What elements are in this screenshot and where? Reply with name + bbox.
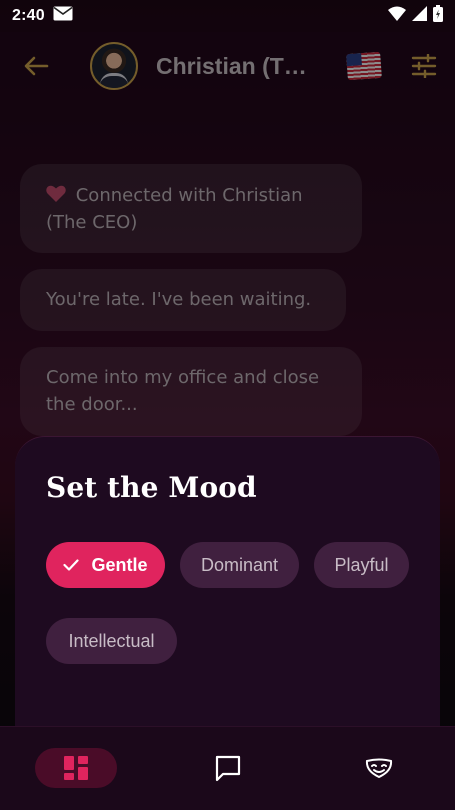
- wifi-icon: [388, 6, 406, 26]
- dashboard-icon: [64, 756, 88, 780]
- mood-chip-intellectual[interactable]: Intellectual: [46, 618, 177, 664]
- chip-label: Intellectual: [68, 630, 155, 651]
- chip-label: Gentle: [91, 554, 148, 575]
- nav-masks[interactable]: [357, 748, 401, 788]
- chip-label: Dominant: [200, 554, 279, 575]
- nav-dashboard[interactable]: [35, 748, 117, 788]
- mail-icon: [53, 6, 73, 26]
- masks-icon: [365, 758, 393, 779]
- nav-chat[interactable]: [206, 748, 250, 788]
- mood-chip-playful[interactable]: Playful: [314, 542, 409, 588]
- bottom-navigation: [0, 726, 455, 810]
- battery-icon: [433, 5, 443, 27]
- mood-bottom-sheet: Set the Mood Gentle Dominant Playful Int…: [15, 436, 440, 726]
- signal-icon: [412, 6, 427, 26]
- mood-chip-gentle[interactable]: Gentle: [46, 542, 165, 588]
- status-bar: 2:40: [0, 0, 455, 32]
- chat-bubble-icon: [215, 755, 241, 782]
- chip-label: Playful: [334, 554, 389, 575]
- mood-chip-dominant[interactable]: Dominant: [180, 542, 299, 588]
- status-time: 2:40: [12, 7, 45, 24]
- sheet-title: Set the Mood: [46, 471, 257, 504]
- check-icon: [63, 559, 80, 571]
